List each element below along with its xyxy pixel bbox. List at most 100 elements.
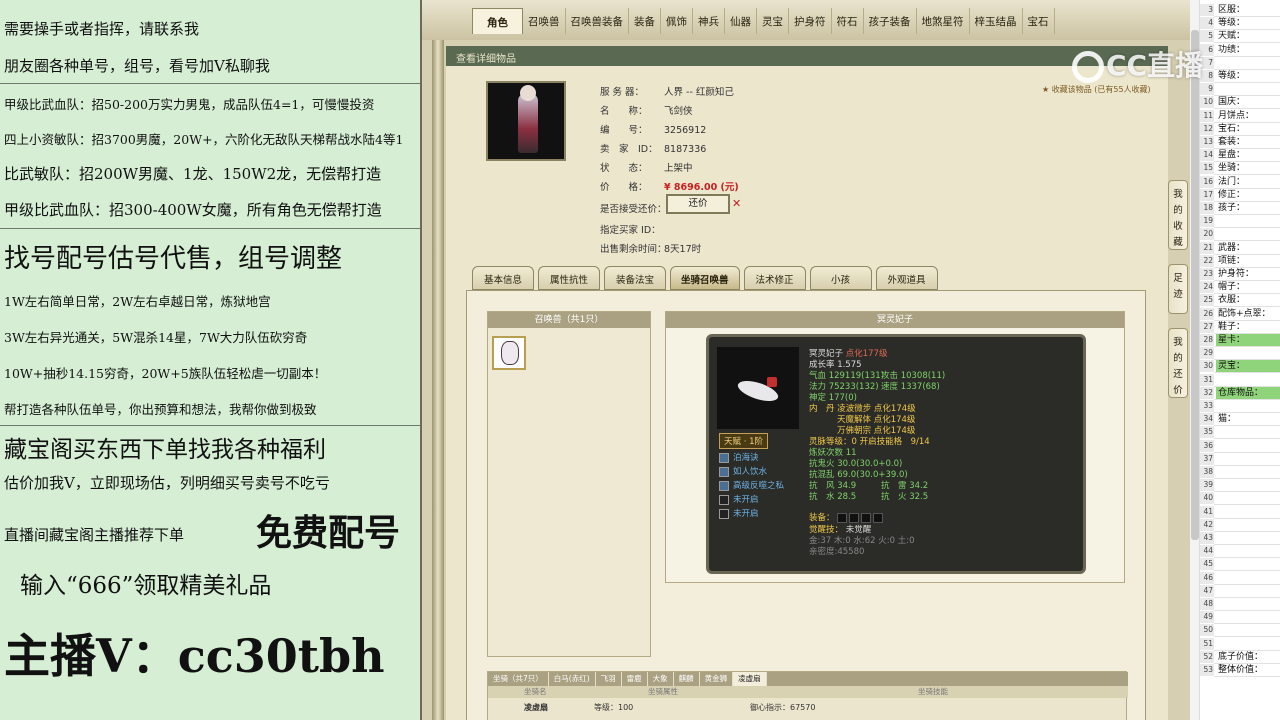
row-number[interactable]: 9 — [1200, 83, 1214, 96]
sheet-cell[interactable] — [1216, 440, 1280, 452]
sheet-cell[interactable]: 天赋： — [1216, 30, 1280, 42]
row-number[interactable]: 15 — [1200, 162, 1214, 175]
sheet-cell[interactable]: 鞋子： — [1216, 321, 1280, 333]
sheet-cell[interactable] — [1216, 519, 1280, 531]
row-number[interactable]: 4 — [1200, 17, 1214, 30]
sheet-cell[interactable]: 仓库物品： — [1216, 386, 1280, 399]
row-number[interactable]: 36 — [1200, 439, 1214, 452]
sheet-cell[interactable] — [1216, 506, 1280, 518]
sheet-cell[interactable]: 猫： — [1216, 413, 1280, 425]
tab-divine-weapon[interactable]: 神兵 — [693, 8, 725, 34]
sheet-cell[interactable]: 等级： — [1216, 17, 1280, 29]
row-number[interactable]: 11 — [1200, 109, 1214, 122]
pet-thumbnail[interactable] — [492, 336, 526, 370]
skill-item[interactable]: 未开启 — [719, 507, 759, 519]
row-number[interactable]: 34 — [1200, 413, 1214, 426]
sheet-cell[interactable]: 整体价值： — [1216, 664, 1280, 676]
sheet-cell[interactable] — [1216, 624, 1280, 636]
row-number[interactable]: 42 — [1200, 518, 1214, 531]
row-number[interactable]: 48 — [1200, 598, 1214, 610]
row-number[interactable]: 28 — [1200, 334, 1214, 346]
sheet-cell[interactable] — [1216, 598, 1280, 610]
tab-basic-info[interactable]: 基本信息 — [472, 266, 534, 290]
mount-tab[interactable]: 凌虚扇 — [733, 672, 767, 686]
row-number[interactable]: 24 — [1200, 281, 1214, 294]
equip-slot-icon[interactable] — [848, 512, 859, 523]
tab-child[interactable]: 小孩 — [809, 266, 872, 290]
sheet-cell[interactable] — [1216, 611, 1280, 623]
row-number[interactable]: 45 — [1200, 558, 1214, 571]
row-number[interactable]: 38 — [1200, 466, 1214, 478]
equip-slot-icon[interactable] — [836, 512, 847, 523]
sheet-cell[interactable] — [1216, 638, 1280, 650]
row-number[interactable]: 18 — [1200, 202, 1214, 214]
tab-spirit-treasure[interactable]: 灵宝 — [757, 8, 789, 34]
mount-tab[interactable]: 白马(赤红) — [549, 672, 596, 686]
sheet-cell[interactable]: 套装： — [1216, 136, 1280, 148]
sheet-cell[interactable] — [1216, 492, 1280, 504]
row-number[interactable]: 29 — [1200, 347, 1214, 360]
sheet-cell[interactable] — [1216, 57, 1280, 69]
row-number[interactable]: 19 — [1200, 215, 1214, 228]
favorite-link[interactable]: ★ 收藏该物品 (已有55人收藏) — [1042, 84, 1151, 95]
sheet-cell[interactable]: 衣服： — [1216, 294, 1280, 306]
sheet-cell[interactable] — [1216, 545, 1280, 557]
sheet-cell[interactable]: 武器： — [1216, 242, 1280, 254]
row-number[interactable]: 22 — [1200, 254, 1214, 267]
sheet-cell[interactable]: 宝石： — [1216, 123, 1280, 135]
row-number[interactable]: 43 — [1200, 532, 1214, 544]
row-number[interactable]: 10 — [1200, 96, 1214, 109]
row-number[interactable]: 32 — [1200, 386, 1214, 399]
sheet-cell[interactable] — [1216, 83, 1280, 95]
tab-accessory[interactable]: 佩饰 — [661, 8, 693, 34]
sheet-cell[interactable] — [1216, 426, 1280, 438]
tab-fairy-item[interactable]: 仙器 — [725, 8, 757, 34]
row-number[interactable]: 40 — [1200, 492, 1214, 505]
sheet-cell[interactable] — [1216, 466, 1280, 478]
sheet-cell[interactable]: 配饰+点翠： — [1216, 308, 1280, 320]
tab-child-equip[interactable]: 孩子装备 — [864, 8, 917, 34]
mount-tab[interactable]: 雷鹿 — [622, 672, 648, 686]
row-number[interactable]: 47 — [1200, 584, 1214, 597]
my-haggles-button[interactable]: 我的还价 — [1168, 328, 1188, 398]
row-number[interactable]: 21 — [1200, 241, 1214, 254]
sheet-cell[interactable]: 项链： — [1216, 255, 1280, 267]
row-number[interactable]: 12 — [1200, 122, 1214, 135]
skill-item[interactable]: 高级反噬之私 — [719, 479, 784, 491]
sheet-cell[interactable]: 坐骑： — [1216, 162, 1280, 174]
sheet-cell[interactable] — [1216, 215, 1280, 227]
row-number[interactable]: 30 — [1200, 360, 1214, 373]
row-number[interactable]: 23 — [1200, 268, 1214, 280]
skill-item[interactable]: 泊海诀 — [719, 451, 759, 463]
tab-spell-fix[interactable]: 法术修正 — [743, 266, 806, 290]
sheet-cell[interactable]: 法门： — [1216, 176, 1280, 188]
sheet-cell[interactable] — [1216, 228, 1280, 240]
tab-amulet[interactable]: 护身符 — [789, 8, 832, 34]
sheet-cell[interactable]: 星卡： — [1216, 334, 1280, 346]
sheet-cell[interactable]: 孩子： — [1216, 202, 1280, 214]
close-icon[interactable]: ✕ — [732, 197, 741, 210]
row-number[interactable]: 16 — [1200, 175, 1214, 188]
tab-role[interactable]: 角色 — [472, 8, 523, 34]
row-number[interactable]: 5 — [1200, 30, 1214, 43]
row-number[interactable]: 33 — [1200, 400, 1214, 412]
sheet-cell[interactable]: 帽子： — [1216, 281, 1280, 293]
sheet-cell[interactable]: 国庆： — [1216, 96, 1280, 108]
scroll-thumb[interactable] — [1191, 30, 1199, 540]
sheet-cell[interactable] — [1216, 532, 1280, 544]
sheet-cell[interactable] — [1216, 374, 1280, 386]
sheet-cell[interactable] — [1216, 585, 1280, 597]
skill-item[interactable]: 如人饮水 — [719, 465, 767, 477]
sheet-cell[interactable]: 功绩： — [1216, 44, 1280, 56]
tab-rune-stone[interactable]: 符石 — [832, 8, 864, 34]
sheet-cell[interactable] — [1216, 479, 1280, 491]
sheet-cell[interactable]: 底子价值： — [1216, 651, 1280, 663]
row-number[interactable]: 51 — [1200, 637, 1214, 650]
row-number[interactable]: 31 — [1200, 373, 1214, 386]
row-number[interactable]: 17 — [1200, 188, 1214, 201]
vertical-scrollbar[interactable] — [1190, 0, 1200, 720]
row-number[interactable]: 13 — [1200, 136, 1214, 148]
sheet-cell[interactable]: 月饼点： — [1216, 110, 1280, 122]
sheet-cell[interactable] — [1216, 558, 1280, 570]
mount-tab[interactable]: 麒麟 — [674, 672, 700, 686]
